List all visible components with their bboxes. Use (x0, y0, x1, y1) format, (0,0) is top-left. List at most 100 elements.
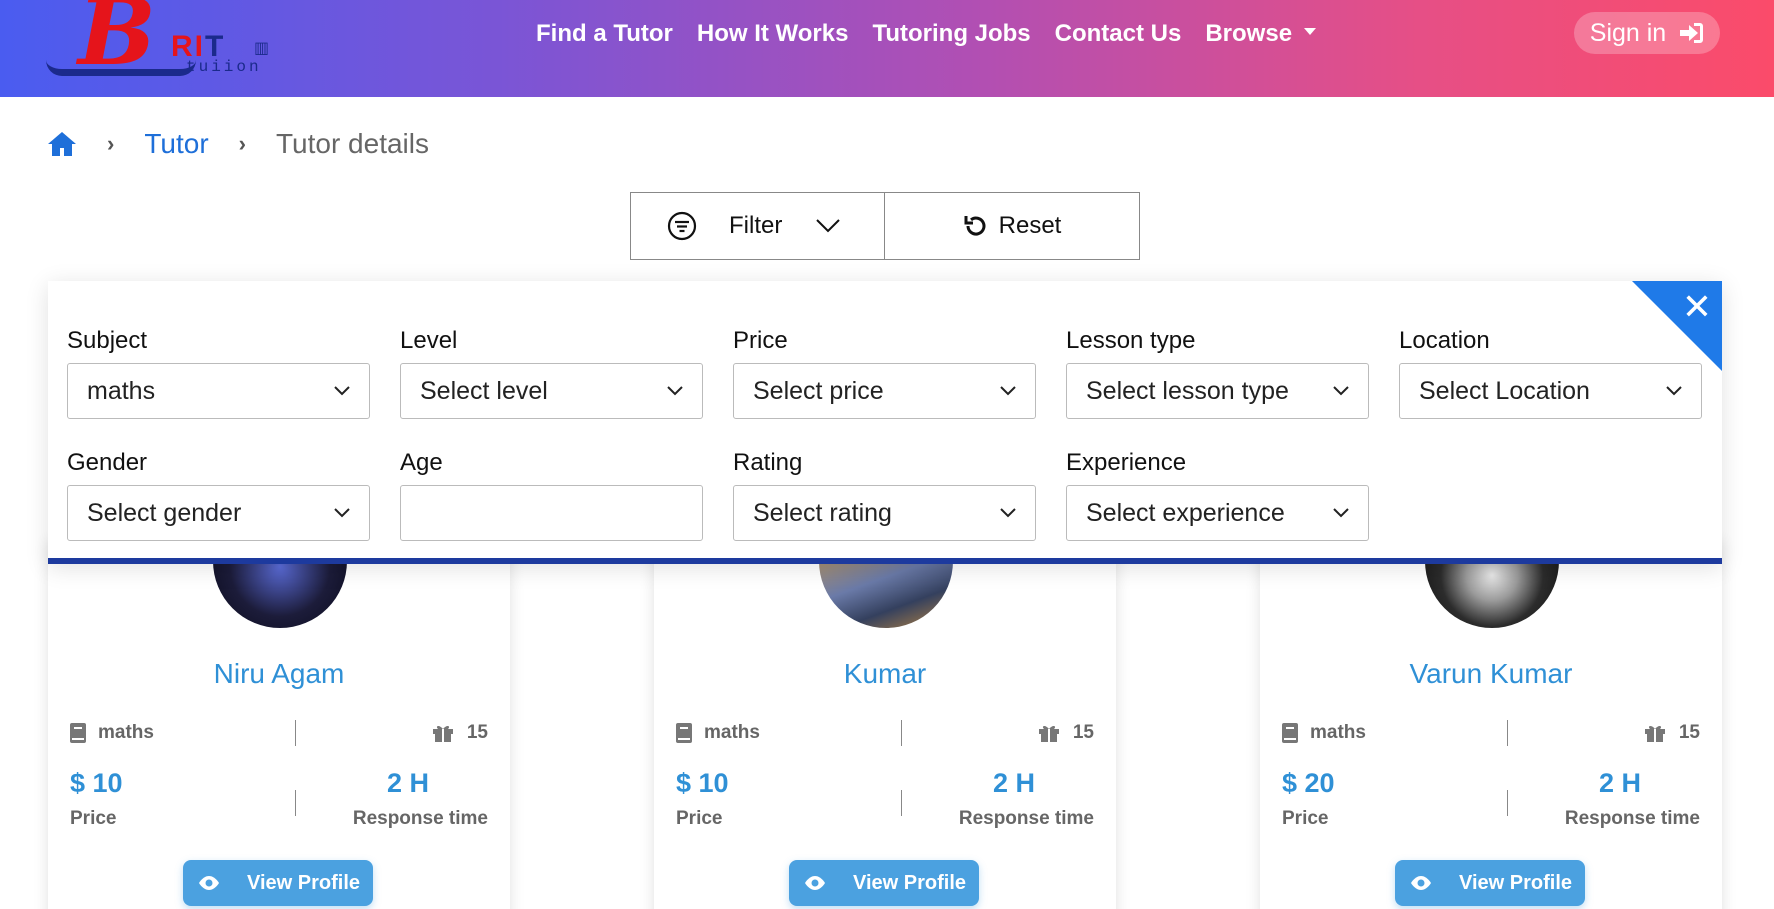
lesson-type-field: Lesson type Select lesson type (1066, 327, 1369, 419)
location-label: Location (1399, 327, 1490, 354)
age-field: Age (400, 449, 703, 541)
price-value: $ 20 (1282, 768, 1335, 798)
gift-icon (1644, 725, 1665, 742)
response-time-label: Response time (958, 808, 1094, 829)
chevron-down-icon (1333, 508, 1349, 518)
price-label: Price (676, 808, 723, 829)
price-value: $ 10 (676, 768, 729, 798)
price-filter-label: Price (733, 327, 788, 354)
view-profile-label: View Profile (1459, 871, 1573, 894)
filter-panel: ✕ Subject maths Level Select level Price… (48, 281, 1722, 564)
caret-down-icon (1304, 28, 1317, 36)
subject-select[interactable]: maths (67, 363, 370, 419)
chevron-down-icon (1333, 386, 1349, 396)
chevron-down-icon (1000, 508, 1016, 518)
lesson-type-select[interactable]: Select lesson type (1066, 363, 1369, 419)
price-value: $ 10 (70, 768, 123, 798)
view-profile-label: View Profile (853, 871, 967, 894)
chevron-down-icon (816, 219, 841, 233)
gift-icon (432, 725, 453, 742)
view-profile-button[interactable]: View Profile (1395, 860, 1585, 906)
chevron-down-icon (1000, 386, 1016, 396)
level-select[interactable]: Select level (400, 363, 703, 419)
tutor-name[interactable]: Niru Agam (48, 658, 510, 690)
book-icon (1282, 723, 1298, 743)
location-select[interactable]: Select Location (1399, 363, 1702, 419)
chevron-down-icon (1666, 386, 1682, 396)
view-profile-button[interactable]: View Profile (789, 860, 979, 906)
nav-contact-us[interactable]: Contact Us (1055, 18, 1182, 50)
filter-icon (667, 211, 697, 241)
price-label: Price (1282, 808, 1329, 829)
level-label: Level (400, 327, 458, 354)
price-row: $ 10 Price 2 H Response time (70, 768, 488, 838)
response-time-value: 2 H (1598, 768, 1642, 798)
price-row: $ 10 Price 2 H Response time (676, 768, 1094, 838)
book-icon (676, 723, 692, 743)
chevron-down-icon (334, 386, 350, 396)
view-profile-label: View Profile (247, 871, 361, 894)
book-icon: ▥ (254, 40, 270, 57)
tutor-name[interactable]: Kumar (654, 658, 1116, 690)
close-icon[interactable]: ✕ (1682, 289, 1712, 325)
subject-row: maths 15 (70, 720, 488, 750)
rating-label: Rating (733, 449, 803, 476)
age-input[interactable] (400, 485, 703, 541)
divider (295, 720, 296, 746)
gift-icon (1038, 725, 1059, 742)
lesson-count: 15 (432, 722, 488, 744)
reset-icon (964, 216, 986, 236)
breadcrumb-tutor-details: Tutor details (275, 128, 429, 159)
subject: maths (70, 722, 154, 744)
breadcrumb-tutor[interactable]: Tutor (144, 128, 208, 160)
eye-icon (199, 876, 219, 890)
gender-select[interactable]: Select gender (67, 485, 370, 541)
chevron-right-icon: › (238, 131, 246, 156)
age-label: Age (400, 449, 443, 476)
subject-row: maths 15 (676, 720, 1094, 750)
nav-browse-dropdown[interactable]: Browse (1205, 18, 1317, 50)
view-profile-button[interactable]: View Profile (183, 860, 373, 906)
tutor-card: Varun Kumar maths 15 $ 20 Price 2 H Resp… (1260, 540, 1722, 909)
gender-label: Gender (67, 449, 148, 476)
nav-browse-label: Browse (1205, 20, 1293, 47)
experience-select[interactable]: Select experience (1066, 485, 1369, 541)
nav-find-a-tutor[interactable]: Find a Tutor (536, 18, 673, 50)
filter-button[interactable]: Filter (630, 192, 885, 260)
response-time-label: Response time (352, 808, 488, 829)
tutor-card: Kumar maths 15 $ 10 Price 2 H Response t… (654, 540, 1116, 909)
response-time-value: 2 H (992, 768, 1036, 798)
tutor-card: Niru Agam maths 15 $ 10 Price 2 H Respon… (48, 540, 510, 909)
home-icon[interactable] (47, 130, 77, 158)
level-field: Level Select level (400, 327, 703, 419)
rating-field: Rating Select rating (733, 449, 1036, 541)
tutor-name[interactable]: Varun Kumar (1260, 658, 1722, 690)
breadcrumb: › Tutor › Tutor details (47, 128, 429, 160)
divider (295, 790, 296, 816)
subject-label: Subject (67, 327, 148, 354)
sign-in-button[interactable]: Sign in (1574, 12, 1720, 54)
subject-field: Subject maths (67, 327, 370, 419)
gender-field: Gender Select gender (67, 449, 370, 541)
nav-how-it-works[interactable]: How It Works (697, 18, 849, 50)
sign-in-icon (1680, 23, 1704, 43)
reset-button[interactable]: Reset (884, 192, 1140, 260)
price-field: Price Select price (733, 327, 1036, 419)
eye-icon (1411, 876, 1431, 890)
location-field: Location Select Location (1399, 327, 1702, 419)
lesson-count: 15 (1038, 722, 1094, 744)
divider (1507, 720, 1508, 746)
subject-row: maths 15 (1282, 720, 1700, 750)
experience-field: Experience Select experience (1066, 449, 1369, 541)
experience-label: Experience (1066, 449, 1187, 476)
response-time-label: Response time (1564, 808, 1700, 829)
nav-tutoring-jobs[interactable]: Tutoring Jobs (872, 18, 1030, 50)
price-select[interactable]: Select price (733, 363, 1036, 419)
subject: maths (676, 722, 760, 744)
response-time-value: 2 H (386, 768, 430, 798)
rating-select[interactable]: Select rating (733, 485, 1036, 541)
chevron-right-icon: › (107, 131, 115, 156)
divider (901, 720, 902, 746)
brit-tuition-logo[interactable]: B RIT ▥ tuiion (46, 0, 286, 80)
lesson-count: 15 (1644, 722, 1700, 744)
